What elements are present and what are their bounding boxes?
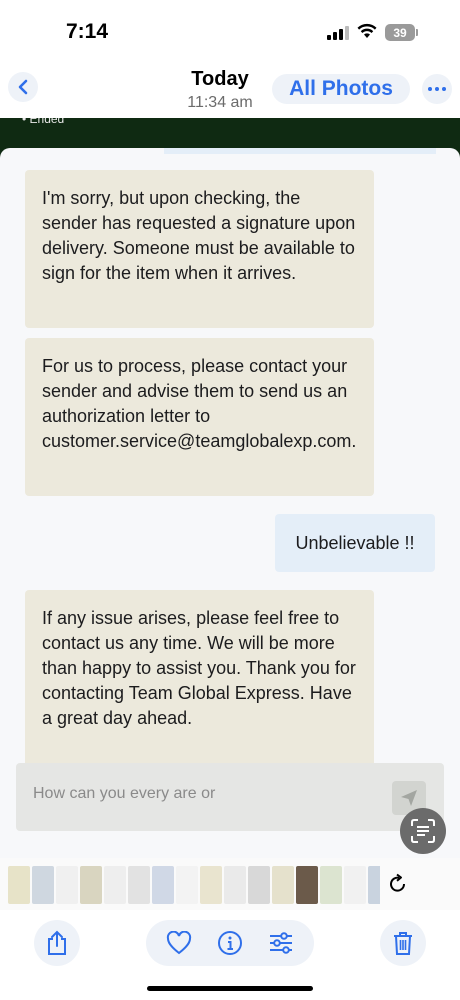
message-input[interactable] (33, 785, 383, 803)
back-button[interactable] (8, 72, 38, 102)
status-time: 7:14 (66, 20, 109, 43)
delete-button[interactable] (380, 920, 426, 966)
photo-viewer[interactable]: • Ended I'm sorry, but upon checking, th… (0, 118, 460, 858)
photo-thumbnail[interactable] (104, 866, 126, 904)
photo-thumbnail[interactable] (56, 866, 78, 904)
live-text-icon (411, 819, 435, 843)
thumbnail-list[interactable] (8, 866, 380, 904)
photo-header: Today 11:34 am All Photos (0, 64, 460, 116)
favorite-button[interactable] (164, 928, 194, 958)
photo-top-label: • Ended (22, 118, 65, 126)
adjust-sliders-icon (269, 932, 292, 954)
photo-time: 11:34 am (187, 94, 253, 111)
status-bar: 7:14 39 (0, 0, 460, 64)
outgoing-message: Unbelievable !! (275, 514, 435, 572)
home-indicator (147, 986, 313, 991)
photo-thumbnail[interactable] (248, 866, 270, 904)
info-icon (217, 931, 242, 955)
more-options-button[interactable] (422, 74, 452, 104)
chevron-left-icon (18, 79, 28, 95)
photo-thumbnail[interactable] (368, 866, 380, 904)
bottom-toolbar (0, 910, 460, 1000)
photo-thumbnail[interactable] (224, 866, 246, 904)
send-icon (401, 790, 417, 806)
battery-tip (416, 29, 418, 36)
photo-thumbnail[interactable] (320, 866, 342, 904)
battery-level: 39 (393, 25, 407, 40)
photo-thumbnail[interactable] (296, 866, 318, 904)
cropped-message-bubble (164, 148, 436, 154)
incoming-message: If any issue arises, please feel free to… (25, 590, 374, 790)
message-composer (16, 763, 444, 831)
all-photos-button[interactable]: All Photos (272, 74, 410, 104)
incoming-message: For us to process, please contact your s… (25, 338, 374, 496)
share-button[interactable] (34, 920, 80, 966)
photo-thumbnail[interactable] (176, 866, 198, 904)
battery-icon: 39 (385, 24, 415, 41)
edit-button[interactable] (266, 928, 296, 958)
rotate-icon (390, 873, 406, 892)
photo-thumbnail[interactable] (152, 866, 174, 904)
rotate-button[interactable] (384, 870, 412, 898)
photo-actions-group (146, 920, 314, 966)
page-title: Today (191, 68, 249, 90)
chat-panel: I'm sorry, but upon checking, the sender… (0, 148, 460, 858)
photo-thumbnail[interactable] (32, 866, 54, 904)
heart-icon (167, 931, 192, 955)
share-icon (48, 930, 66, 955)
live-text-button[interactable] (400, 808, 446, 854)
ellipsis-icon (428, 87, 432, 91)
photo-thumbnail[interactable] (272, 866, 294, 904)
cellular-signal-icon (327, 26, 349, 40)
thumbnail-strip[interactable] (0, 858, 460, 910)
wifi-icon (357, 23, 377, 41)
photo-thumbnail[interactable] (128, 866, 150, 904)
photo-thumbnail[interactable] (80, 866, 102, 904)
photo-thumbnail[interactable] (344, 866, 366, 904)
photo-thumbnail[interactable] (200, 866, 222, 904)
incoming-message: I'm sorry, but upon checking, the sender… (25, 170, 374, 328)
photo-thumbnail[interactable] (8, 866, 30, 904)
info-button[interactable] (215, 928, 245, 958)
trash-icon (394, 932, 412, 955)
